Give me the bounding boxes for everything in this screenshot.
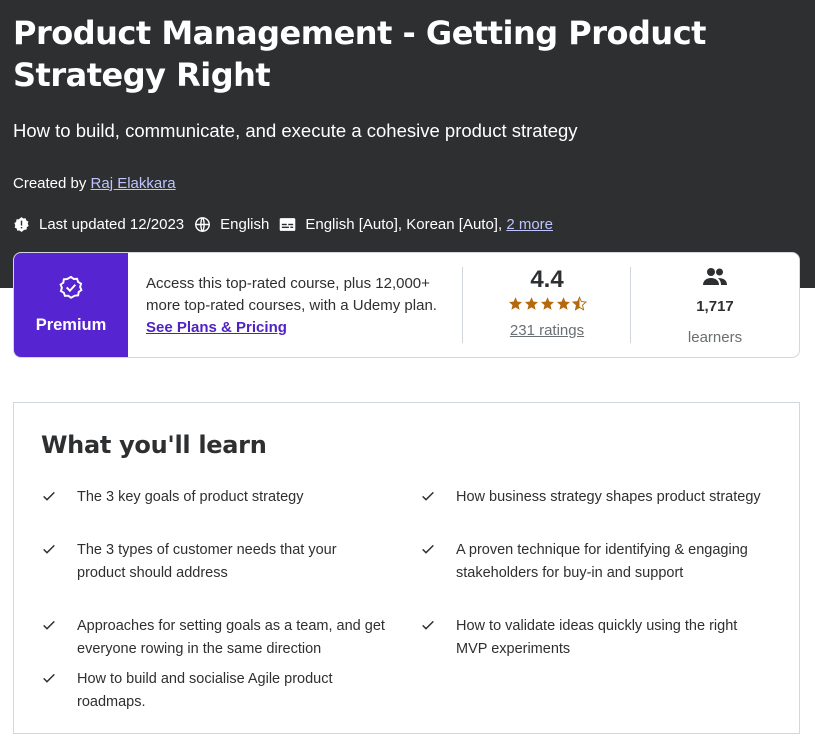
star-rating [474, 296, 620, 312]
check-icon [43, 673, 55, 683]
premium-access-text: Access this top-rated course, plus 12,00… [146, 273, 446, 339]
created-by: Created by Raj Elakkara [13, 175, 176, 193]
instructor-link[interactable]: Raj Elakkara [91, 175, 176, 192]
learn-item: How to validate ideas quickly using the … [420, 615, 770, 660]
created-by-label: Created by [13, 175, 87, 192]
star-icon [556, 297, 570, 310]
star-icon [508, 297, 522, 310]
check-icon [422, 544, 434, 554]
learn-item: A proven technique for identifying & eng… [420, 539, 750, 584]
divider [630, 267, 631, 343]
last-updated: Last updated 12/2023 [39, 215, 185, 233]
course-language: English [220, 215, 270, 233]
premium-card: Premium Access this top-rated course, pl… [13, 252, 800, 358]
see-plans-link[interactable]: See Plans & Pricing [146, 319, 287, 336]
star-icon [540, 297, 554, 310]
learn-item: Approaches for setting goals as a team, … [41, 615, 391, 660]
star-half-icon [571, 296, 587, 311]
more-captions-link[interactable]: 2 more [506, 216, 553, 233]
learners-label: learners [687, 329, 743, 346]
captions-languages: English [Auto], Korean [Auto], [305, 215, 503, 233]
access-description: Access this top-rated course, plus 12,00… [146, 275, 437, 314]
check-icon [422, 491, 434, 501]
check-icon [43, 491, 55, 501]
course-subtitle: How to build, communicate, and execute a… [13, 120, 578, 141]
check-icon [43, 544, 55, 554]
globe-icon [194, 216, 211, 233]
premium-badge-icon [58, 275, 84, 306]
learn-item: How business strategy shapes product str… [420, 486, 770, 509]
learners-count: 1,717 [696, 298, 734, 315]
users-icon [703, 268, 727, 291]
rating-block: 4.4 231 ratings [474, 265, 620, 339]
star-icon [524, 297, 538, 310]
learn-item: The 3 types of customer needs that your … [41, 539, 381, 584]
check-icon [422, 620, 434, 630]
learners-block: 1,717 learners [642, 267, 788, 346]
premium-label: Premium [35, 316, 107, 334]
course-title: Product Management - Getting Product Str… [13, 14, 706, 94]
ratings-count-link[interactable]: 231 ratings [474, 322, 620, 339]
learn-item: How to build and socialise Agile product… [41, 668, 381, 713]
course-meta: Last updated 12/2023 English English [Au… [13, 213, 553, 235]
premium-badge: Premium [14, 253, 128, 357]
check-icon [43, 620, 55, 630]
what-youll-learn-section: What you'll learn The 3 key goals of pro… [13, 402, 800, 734]
section-heading: What you'll learn [41, 431, 267, 459]
learn-item: The 3 key goals of product strategy [41, 486, 381, 509]
course-hero: Product Management - Getting Product Str… [0, 0, 815, 288]
divider [462, 267, 463, 343]
alert-badge-icon [13, 216, 30, 233]
closed-captions-icon [279, 216, 296, 233]
rating-value: 4.4 [530, 266, 564, 293]
